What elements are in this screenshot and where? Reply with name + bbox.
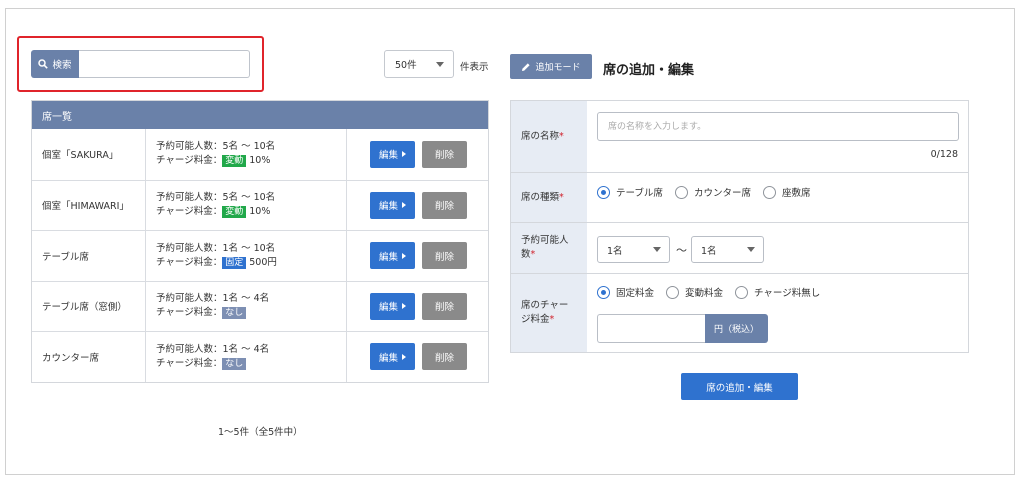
edit-button[interactable]: 編集 — [370, 140, 415, 168]
add-mode-badge: 追加モード — [510, 54, 592, 79]
search-highlight-outline — [17, 36, 264, 92]
row-actions: 編集 削除 — [347, 129, 488, 180]
charge-type-badge: 固定 — [222, 256, 247, 269]
radio-counter-seat[interactable]: カウンター席 — [674, 185, 751, 199]
caret-right-icon — [402, 151, 406, 158]
chevron-down-icon — [747, 247, 755, 252]
charge-text: チャージ料金： 変動 10% — [156, 206, 271, 219]
capacity-text: 予約可能人数：1名 ～ 4名 — [156, 293, 270, 305]
radio-button[interactable] — [674, 185, 688, 199]
char-counter: 0/128 — [930, 149, 958, 160]
capacity-text: 予約可能人数：5名 ～ 10名 — [156, 192, 276, 204]
form-row-name: 席の名称* 0/128 — [511, 101, 968, 172]
radio-button[interactable] — [762, 185, 776, 199]
radio-fixed-fee[interactable]: 固定料金 — [597, 285, 654, 299]
radio-variable-fee[interactable]: 変動料金 — [666, 285, 723, 299]
charge-type-badge: なし — [222, 307, 247, 320]
charge-type-badge: なし — [222, 357, 247, 370]
capacity-min-select[interactable]: 1名 — [597, 236, 670, 263]
seat-name: 個室「HIMAWARI」 — [32, 180, 146, 230]
caret-right-icon — [402, 353, 406, 360]
edit-button[interactable]: 編集 — [370, 242, 415, 270]
charge-type-radio-group: 固定料金 変動料金 チャージ料無し — [597, 285, 820, 299]
charge-type-badge: 変動 — [222, 155, 247, 168]
capacity-max-select[interactable]: 1名 — [691, 236, 764, 263]
edit-button[interactable]: 編集 — [370, 191, 415, 219]
capacity-field-label: 予約可能人 数* — [511, 223, 587, 273]
form-row-capacity: 予約可能人 数* 1名 ～ 1名 — [511, 222, 968, 273]
charge-text: チャージ料金： 変動 10% — [156, 155, 271, 168]
edit-button[interactable]: 編集 — [370, 292, 415, 320]
row-actions: 編集 削除 — [347, 282, 488, 332]
form-row-type: 席の種類* テーブル席 カウンター席 座敷席 — [511, 172, 968, 222]
delete-button[interactable]: 削除 — [422, 242, 467, 270]
table-row: テーブル席 予約可能人数：1名 ～ 10名 チャージ料金： 固定 500円 編集 削除 — [32, 230, 488, 281]
capacity-text: 予約可能人数：1名 ～ 10名 — [156, 242, 276, 254]
table-row: カウンター席 予約可能人数：1名 ～ 4名 チャージ料金： なし 編集 削除 — [32, 331, 488, 382]
delete-button[interactable]: 削除 — [422, 292, 467, 320]
submit-seat-button[interactable]: 席の追加・編集 — [681, 373, 798, 400]
seat-name: テーブル席（窓側） — [32, 281, 146, 331]
page-size-select[interactable]: 50件 — [384, 50, 454, 78]
pencil-icon — [522, 62, 531, 71]
seat-info: 予約可能人数：5名 ～ 10名 チャージ料金： 変動 10% — [146, 129, 347, 180]
radio-zashiki-seat[interactable]: 座敷席 — [762, 185, 810, 199]
seat-name: テーブル席 — [32, 231, 146, 281]
edit-button[interactable]: 編集 — [370, 343, 415, 371]
radio-button[interactable] — [597, 185, 610, 199]
caret-right-icon — [402, 303, 406, 310]
seat-list-header: 席一覧 — [32, 101, 488, 129]
radio-button[interactable] — [597, 285, 610, 299]
delete-button[interactable]: 削除 — [422, 140, 467, 168]
page-size-value: 50件 — [395, 60, 417, 71]
caret-right-icon — [402, 202, 406, 209]
chevron-down-icon — [653, 247, 661, 252]
seat-name: カウンター席 — [32, 332, 146, 382]
type-field-label: 席の種類* — [511, 173, 587, 222]
seat-name-input[interactable] — [597, 112, 959, 141]
radio-button[interactable] — [735, 285, 749, 299]
chevron-down-icon — [436, 62, 444, 67]
row-actions: 編集 削除 — [347, 181, 488, 231]
pagination-summary: 1～5件（全5件中） — [218, 427, 303, 438]
name-field-label: 席の名称* — [511, 101, 587, 172]
page-size-suffix: 件表示 — [460, 62, 489, 73]
table-row: 個室「SAKURA」 予約可能人数：5名 ～ 10名 チャージ料金： 変動 10% 編集削… — [32, 129, 488, 180]
seat-type-radio-group: テーブル席 カウンター席 座敷席 — [597, 185, 810, 199]
form-row-charge: 席のチャー ジ料金* 固定料金 変動料金 チャージ料無し 円（税込） — [511, 273, 968, 352]
delete-button[interactable]: 削除 — [422, 343, 467, 371]
seat-info: 予約可能人数：1名 ～ 4名 チャージ料金： なし — [146, 281, 347, 331]
form-title: 席の追加・編集 — [603, 63, 695, 78]
seat-info: 予約可能人数：1名 ～ 4名チャージ料金： なし — [146, 332, 347, 382]
seat-info: 予約可能人数：1名 ～ 10名 チャージ料金： 固定 500円 — [146, 231, 347, 281]
seat-list-table: 席一覧 個室「SAKURA」 予約可能人数：5名 ～ 10名 チャージ料金： 変動 10… — [31, 100, 489, 383]
charge-value: 10% — [249, 206, 271, 218]
seat-form: 席の名称* 0/128 席の種類* テーブル席 カウンター席 座敷席 予約可能人… — [510, 100, 969, 353]
charge-amount-input[interactable] — [597, 314, 705, 343]
add-mode-label: 追加モード — [535, 63, 581, 73]
charge-value: 500円 — [249, 256, 277, 268]
caret-right-icon — [402, 252, 406, 259]
capacity-separator: ～ — [676, 244, 687, 257]
seat-info: 予約可能人数：5名 ～ 10名 チャージ料金： 変動 10% — [146, 180, 347, 230]
radio-button[interactable] — [666, 285, 680, 299]
charge-text: チャージ料金： なし — [156, 357, 346, 371]
charge-field-label: 席のチャー ジ料金* — [511, 274, 587, 352]
radio-no-charge[interactable]: チャージ料無し — [735, 285, 820, 299]
delete-button[interactable]: 削除 — [422, 191, 467, 219]
charge-unit-label: 円（税込） — [705, 314, 768, 343]
row-actions: 編集 削除 — [347, 231, 488, 281]
seat-name: 個室「SAKURA」 — [32, 129, 146, 180]
table-row: 個室「HIMAWARI」 予約可能人数：5名 ～ 10名 チャージ料金： 変動 10% 編… — [32, 179, 488, 231]
charge-type-badge: 変動 — [222, 206, 247, 219]
charge-text: チャージ料金： 固定 500円 — [156, 256, 277, 269]
charge-value: 10% — [249, 155, 271, 167]
table-row: テーブル席（窓側） 予約可能人数：1名 ～ 4名 チャージ料金： なし 編集 削除 — [32, 280, 488, 332]
radio-table-seat[interactable]: テーブル席 — [597, 185, 663, 199]
capacity-text: 予約可能人数：5名 ～ 10名 — [156, 141, 276, 153]
row-actions: 編集 削除 — [347, 332, 488, 382]
capacity-text: 予約可能人数：1名 ～ 4名 — [156, 343, 270, 355]
charge-text: チャージ料金： なし — [156, 306, 346, 320]
